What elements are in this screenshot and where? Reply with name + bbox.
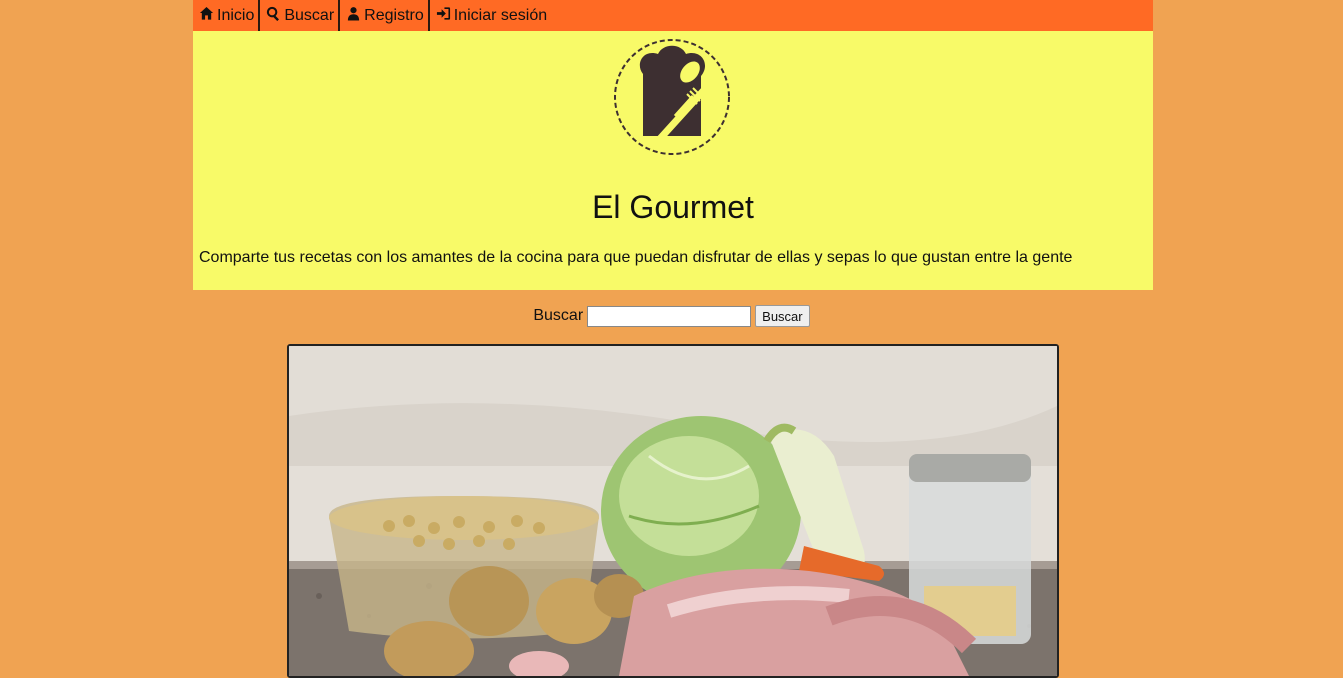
chef-hat-utensils-logo[interactable] xyxy=(613,34,733,158)
search-bar: Buscar Buscar xyxy=(0,305,1343,327)
search-input[interactable] xyxy=(587,305,752,327)
page-container: Inicio Buscar Registro Iniciar sesión El… xyxy=(193,0,1153,290)
nav-item-inicio[interactable]: Inicio xyxy=(193,0,261,31)
sign-in-icon xyxy=(436,6,454,26)
user-icon xyxy=(346,6,364,26)
top-navbar: Inicio Buscar Registro Iniciar sesión xyxy=(193,0,1153,31)
nav-item-registro[interactable]: Registro xyxy=(340,0,430,31)
ingredients-image xyxy=(289,346,1057,676)
nav-item-label: Inicio xyxy=(217,6,255,24)
nav-item-buscar[interactable]: Buscar xyxy=(260,0,341,31)
search-icon xyxy=(266,6,284,26)
search-button[interactable]: Buscar xyxy=(755,305,810,327)
nav-item-label: Registro xyxy=(364,6,424,24)
site-tagline: Comparte tus recetas con los amantes de … xyxy=(199,249,1073,266)
home-icon xyxy=(199,6,217,26)
nav-item-iniciar-sesion[interactable]: Iniciar sesión xyxy=(430,0,551,31)
recipe-photo[interactable] xyxy=(287,344,1059,678)
search-label: Buscar xyxy=(533,307,584,324)
nav-item-label: Buscar xyxy=(284,6,335,24)
nav-item-label: Iniciar sesión xyxy=(453,6,548,24)
site-header: El Gourmet Comparte tus recetas con los … xyxy=(193,31,1153,290)
page-title: El Gourmet xyxy=(592,189,754,225)
